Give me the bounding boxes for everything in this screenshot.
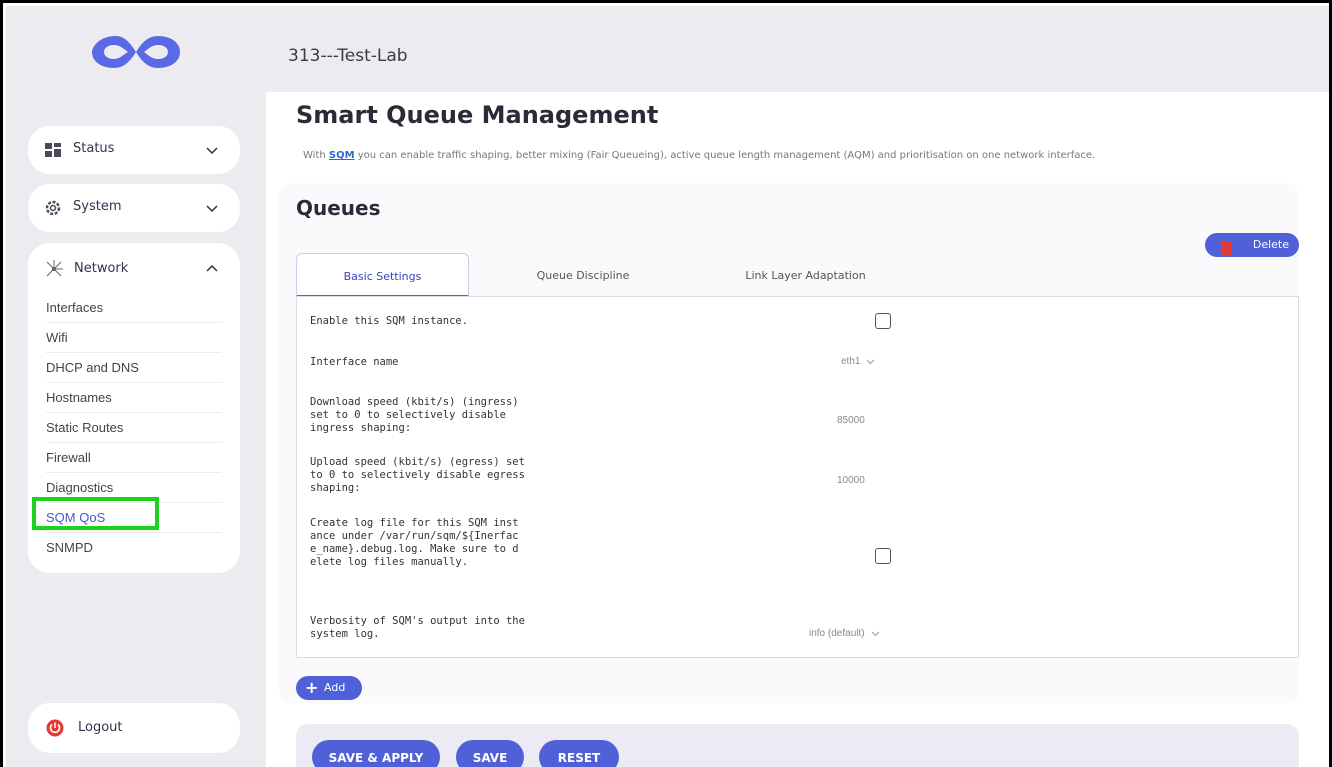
sidebar-item-label: Status: [73, 141, 115, 156]
upload-input[interactable]: 10000: [837, 475, 865, 486]
power-icon: [46, 719, 64, 737]
sidebar-item-snmpd[interactable]: SNMPD: [46, 533, 222, 563]
verbosity-value: info (default): [809, 628, 865, 639]
reset-button[interactable]: RESET: [539, 740, 619, 767]
sidebar-item-label[interactable]: Network: [74, 261, 128, 276]
device-title: 313---Test-Lab: [288, 46, 408, 66]
log-checkbox[interactable]: [875, 548, 891, 564]
highlight-box: [32, 497, 159, 530]
enable-label: Enable this SQM instance.: [310, 315, 469, 327]
section-title: Queues: [296, 196, 381, 220]
plus-icon: +: [305, 678, 319, 697]
page-description: With SQM you can enable traffic shaping,…: [303, 150, 1095, 161]
log-label: Create log file for this SQM instance un…: [310, 517, 519, 568]
chevron-down-icon: [867, 359, 875, 365]
add-label: Add: [324, 681, 346, 694]
save-apply-button[interactable]: SAVE & APPLY: [312, 740, 440, 767]
enable-checkbox[interactable]: [875, 313, 891, 329]
sidebar-item-status[interactable]: Status: [28, 126, 240, 174]
download-input[interactable]: 85000: [837, 415, 865, 426]
verbosity-label: Verbosity of SQM's output into the syste…: [310, 615, 525, 640]
interface-select[interactable]: eth1: [841, 356, 875, 367]
logo-icon: [92, 36, 180, 68]
sidebar-item-system[interactable]: System: [28, 184, 240, 232]
delete-label: Delete: [1252, 238, 1289, 251]
interface-label: Interface name: [310, 356, 399, 368]
sidebar-item-static-routes[interactable]: Static Routes: [46, 413, 222, 443]
tab-basic-settings[interactable]: Basic Settings: [296, 253, 469, 297]
tab-queue-discipline[interactable]: Queue Discipline: [503, 253, 663, 297]
dashboard-icon: [45, 143, 61, 157]
sidebar-item-wifi[interactable]: Wifi: [46, 323, 222, 353]
desc-rest: you can enable traffic shaping, better m…: [354, 150, 1096, 161]
upload-label: Upload speed (kbit/s) (egress) set to 0 …: [310, 456, 525, 494]
trash-icon: [1220, 241, 1232, 255]
download-label: Download speed (kbit/s) (ingress) set to…: [310, 396, 519, 434]
top-header: 313---Test-Lab: [266, 6, 1329, 92]
desc-prefix: With: [303, 150, 329, 161]
gear-icon: [45, 200, 61, 216]
sidebar: Status System Network Interfaces Wifi DH…: [6, 6, 266, 767]
logout-button[interactable]: Logout: [28, 703, 240, 753]
action-bar: [296, 724, 1299, 767]
sidebar-item-hostnames[interactable]: Hostnames: [46, 383, 222, 413]
sqm-link[interactable]: SQM: [329, 150, 355, 161]
sidebar-item-firewall[interactable]: Firewall: [46, 443, 222, 473]
network-icon[interactable]: [44, 259, 64, 279]
sidebar-item-interfaces[interactable]: Interfaces: [46, 293, 222, 323]
chevron-up-icon[interactable]: [206, 263, 218, 275]
chevron-down-icon: [871, 631, 879, 637]
app-frame: Status System Network Interfaces Wifi DH…: [0, 0, 1332, 767]
verbosity-select[interactable]: info (default): [809, 628, 880, 639]
chevron-down-icon: [206, 205, 218, 213]
sidebar-item-label: System: [73, 199, 122, 214]
tab-link-layer-adaptation[interactable]: Link Layer Adaptation: [723, 253, 888, 297]
page-title: Smart Queue Management: [296, 101, 659, 129]
sidebar-item-dhcp-dns[interactable]: DHCP and DNS: [46, 353, 222, 383]
logout-label: Logout: [78, 720, 123, 735]
chevron-down-icon: [206, 147, 218, 155]
interface-value: eth1: [841, 356, 861, 367]
save-button[interactable]: SAVE: [456, 740, 524, 767]
delete-button[interactable]: Delete: [1205, 233, 1299, 257]
add-button[interactable]: + Add: [296, 676, 362, 700]
